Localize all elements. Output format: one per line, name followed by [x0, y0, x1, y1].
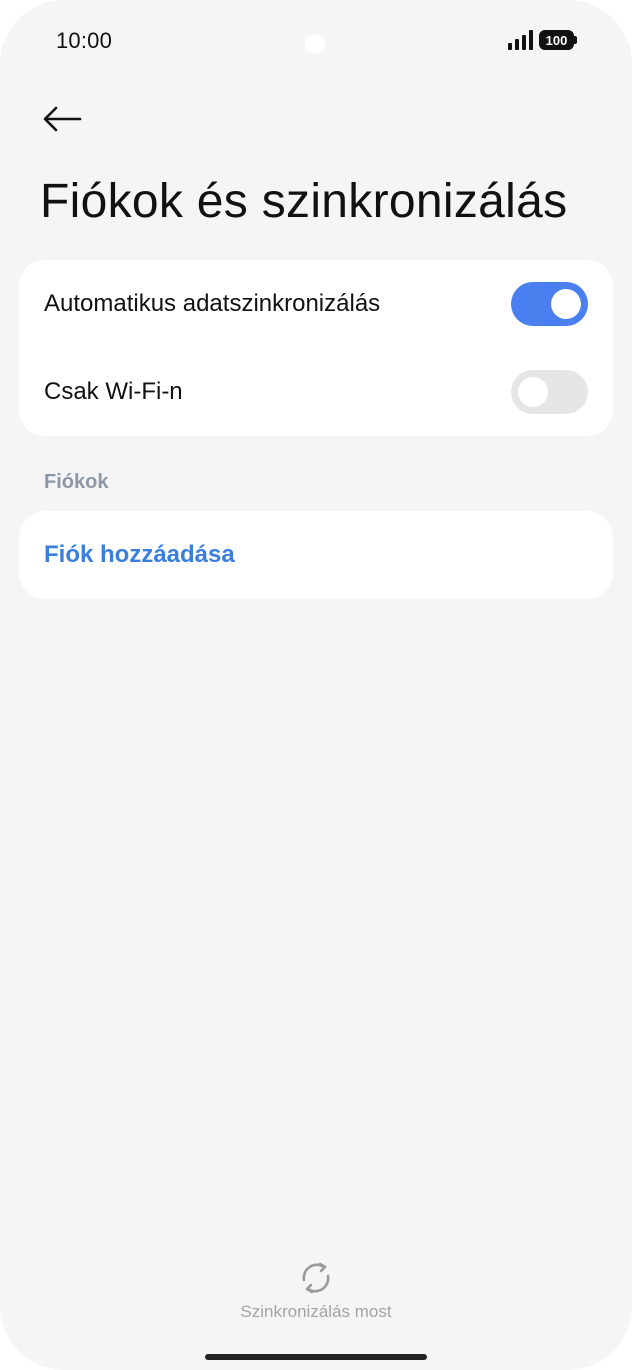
wifi-only-toggle[interactable]	[511, 370, 588, 414]
page-title: Fiókok és szinkronizálás	[40, 175, 568, 228]
sync-now-button[interactable]: Szinkronizálás most	[0, 1258, 632, 1322]
status-time: 10:00	[56, 28, 113, 53]
phone-screen: 10:00 100 Fiókok és szinkronizálás Autom…	[0, 0, 632, 1370]
home-indicator[interactable]	[205, 1354, 427, 1360]
accounts-card: Fiók hozzáadása	[19, 511, 613, 599]
signal-bars-icon	[508, 30, 533, 50]
wifi-only-row[interactable]: Csak Wi-Fi-n	[19, 348, 613, 436]
front-camera	[305, 34, 325, 54]
auto-sync-toggle[interactable]	[511, 282, 588, 326]
wifi-only-label: Csak Wi-Fi-n	[44, 378, 183, 405]
accounts-section-header: Fiókok	[44, 471, 109, 493]
add-account-button[interactable]: Fiók hozzáadása	[44, 541, 235, 569]
add-account-row[interactable]: Fiók hozzáadása	[19, 511, 613, 599]
sync-now-label: Szinkronizálás most	[240, 1302, 392, 1321]
auto-sync-label: Automatikus adatszinkronizálás	[44, 290, 381, 317]
battery-level: 100	[539, 30, 574, 50]
sync-icon	[302, 1262, 330, 1294]
auto-sync-row[interactable]: Automatikus adatszinkronizálás	[19, 260, 613, 348]
arrow-left-icon	[43, 106, 82, 132]
battery-icon: 100	[539, 30, 577, 50]
sync-settings-card: Automatikus adatszinkronizálás Csak Wi-F…	[19, 260, 613, 436]
back-button[interactable]	[36, 96, 88, 142]
